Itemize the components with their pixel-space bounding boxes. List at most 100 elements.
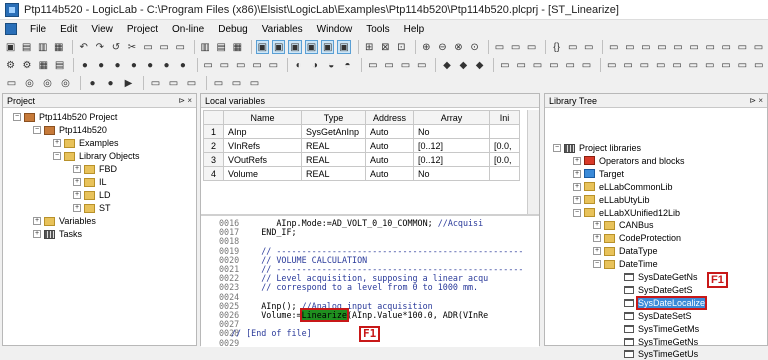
cell-init[interactable] bbox=[489, 166, 520, 181]
library-tree-item[interactable]: + CANBus bbox=[593, 219, 654, 231]
toolbar-button-icon[interactable]: ▣ bbox=[4, 40, 17, 54]
toolbar-button-icon[interactable]: ▭ bbox=[719, 58, 732, 72]
expand-icon[interactable]: + bbox=[573, 182, 581, 191]
expand-icon[interactable]: + bbox=[73, 178, 81, 186]
library-tree-item[interactable]: SysDateGetNs bbox=[613, 271, 698, 283]
tree-item-tasks[interactable]: + Tasks bbox=[33, 228, 82, 240]
toolbar-button-icon[interactable]: ▭ bbox=[184, 76, 199, 90]
toolbar-button-icon[interactable]: ⊙ bbox=[468, 40, 481, 54]
expand-icon[interactable]: + bbox=[573, 156, 581, 165]
cell-name[interactable]: Volume bbox=[223, 166, 302, 181]
library-tree-item[interactable]: + DataType bbox=[593, 245, 658, 257]
collapse-icon[interactable]: − bbox=[33, 126, 41, 134]
toolbar-button-icon[interactable]: ▭ bbox=[234, 58, 247, 72]
cell-address[interactable]: Auto bbox=[365, 152, 414, 167]
toolbar-button-icon[interactable]: ▭ bbox=[639, 40, 652, 54]
toolbar-button-icon[interactable]: ● bbox=[111, 58, 124, 72]
toolbar-button-icon[interactable]: ▤ bbox=[53, 58, 66, 72]
toolbar-button-icon[interactable]: ▭ bbox=[704, 40, 717, 54]
library-tree-item[interactable]: + CodeProtection bbox=[593, 232, 681, 244]
cell-init[interactable] bbox=[489, 124, 520, 139]
collapse-icon[interactable]: − bbox=[573, 208, 581, 217]
toolbar-button-icon[interactable]: ▦ bbox=[37, 58, 50, 72]
code-line[interactable]: 0026 Volume:=Linearize(AInp.Value*100.0,… bbox=[201, 308, 488, 322]
cell-array[interactable]: No bbox=[413, 166, 490, 181]
toolbar-button-icon[interactable]: ▣ bbox=[321, 40, 335, 54]
toolbar-button-icon[interactable]: ▭ bbox=[148, 76, 163, 90]
toolbar-button-icon[interactable]: ◒ bbox=[325, 58, 338, 72]
toolbar-button-icon[interactable]: ● bbox=[176, 58, 189, 72]
toolbar-button-icon[interactable]: ▭ bbox=[736, 40, 749, 54]
expand-icon[interactable]: + bbox=[73, 165, 81, 173]
toolbar-button-icon[interactable]: ● bbox=[160, 58, 173, 72]
expand-icon[interactable]: + bbox=[593, 221, 601, 230]
toolbar-button-icon[interactable]: ⊖ bbox=[436, 40, 449, 54]
library-tree-item[interactable]: SysTimeGetUs bbox=[613, 348, 698, 360]
toolbar-button-icon[interactable]: ▭ bbox=[736, 58, 749, 72]
toolbar-button-icon[interactable]: ⊡ bbox=[395, 40, 408, 54]
toolbar-button-icon[interactable]: ▭ bbox=[267, 58, 280, 72]
cell-init[interactable]: [0.0, bbox=[489, 152, 520, 167]
toolbar-button-icon[interactable]: ▭ bbox=[382, 58, 395, 72]
toolbar-button-icon[interactable]: ◓ bbox=[341, 58, 354, 72]
toolbar-button-icon[interactable]: ▭ bbox=[564, 58, 577, 72]
toolbar-button-icon[interactable]: ◆ bbox=[440, 58, 453, 72]
toolbar-button-icon[interactable]: ▭ bbox=[158, 40, 171, 54]
collapse-icon[interactable]: − bbox=[553, 144, 561, 152]
toolbar-button-icon[interactable]: ▭ bbox=[515, 58, 528, 72]
cell-type[interactable]: SysGetAnInp bbox=[301, 124, 366, 139]
cell-array[interactable]: [0..12] bbox=[413, 138, 490, 153]
menu-debug[interactable]: Debug bbox=[211, 24, 254, 35]
toolbar-button-icon[interactable]: ▭ bbox=[201, 58, 214, 72]
toolbar-button-icon[interactable]: ▭ bbox=[211, 76, 226, 90]
toolbar-button-icon[interactable]: ▭ bbox=[566, 40, 579, 54]
tree-item-project-root[interactable]: − Ptp114b520 Project bbox=[13, 111, 117, 123]
collapse-icon[interactable]: − bbox=[593, 260, 601, 269]
tree-item-ld[interactable]: + LD bbox=[73, 189, 111, 201]
cell-name[interactable]: AInp bbox=[223, 124, 302, 139]
toolbar-button-icon[interactable]: ◎ bbox=[22, 76, 37, 90]
toolbar-button-icon[interactable]: ⚙ bbox=[4, 58, 17, 72]
tree-item-st[interactable]: + ST bbox=[73, 202, 111, 214]
toolbar-button-icon[interactable]: ↷ bbox=[93, 40, 106, 54]
table-row[interactable]: 4 Volume REAL Auto No bbox=[203, 166, 520, 181]
toolbar-button-icon[interactable]: ▥ bbox=[199, 40, 212, 54]
code-editor[interactable]: 0016 AInp.Mode:=AD_VOLT_0_10_COMMON; //A… bbox=[201, 216, 539, 347]
toolbar-button-icon[interactable]: ▥ bbox=[36, 40, 49, 54]
toolbar-button-icon[interactable]: ▭ bbox=[531, 58, 544, 72]
tree-item-il[interactable]: + IL bbox=[73, 176, 107, 188]
tree-item-library-objects[interactable]: − Library Objects bbox=[53, 150, 140, 162]
toolbar-button-icon[interactable]: ▦ bbox=[231, 40, 244, 54]
toolbar-button-icon[interactable]: ▭ bbox=[218, 58, 231, 72]
toolbar-button-icon[interactable]: ▶ bbox=[121, 76, 136, 90]
toolbar-button-icon[interactable]: ▭ bbox=[688, 40, 701, 54]
library-tree-item[interactable]: SysDateLocalize bbox=[613, 295, 708, 310]
code-line[interactable]: 0023 // correspond to a level from 0 to … bbox=[201, 282, 478, 292]
library-tree-item[interactable]: + eLLabUtyLib bbox=[573, 194, 650, 206]
grid-scrollbar[interactable] bbox=[527, 110, 539, 214]
toolbar-button-icon[interactable]: ◑ bbox=[308, 58, 321, 72]
cell-type[interactable]: REAL bbox=[301, 138, 366, 153]
cell-address[interactable]: Auto bbox=[365, 124, 414, 139]
toolbar-button-icon[interactable]: ● bbox=[78, 58, 91, 72]
menu-view[interactable]: View bbox=[84, 24, 120, 35]
menu-project[interactable]: Project bbox=[120, 24, 165, 35]
toolbar-button-icon[interactable]: ▭ bbox=[250, 58, 263, 72]
toolbar-button-icon[interactable]: ▭ bbox=[142, 40, 155, 54]
tree-item-examples[interactable]: + Examples bbox=[53, 137, 119, 149]
expand-icon[interactable]: + bbox=[573, 195, 581, 204]
column-header-array[interactable]: Array bbox=[413, 110, 490, 125]
menu-window[interactable]: Window bbox=[310, 24, 360, 35]
toolbar-button-icon[interactable]: ▣ bbox=[272, 40, 286, 54]
column-header-name[interactable]: Name bbox=[223, 110, 302, 125]
toolbar-button-icon[interactable]: ⊕ bbox=[420, 40, 433, 54]
cell-array[interactable]: [0..12] bbox=[413, 152, 490, 167]
expand-icon[interactable]: + bbox=[33, 230, 41, 238]
collapse-icon[interactable]: − bbox=[53, 152, 61, 160]
tree-item-variables[interactable]: + Variables bbox=[33, 215, 96, 227]
expand-icon[interactable]: + bbox=[593, 247, 601, 256]
toolbar-button-icon[interactable]: ▭ bbox=[415, 58, 428, 72]
library-tree-item[interactable]: − DateTime bbox=[593, 258, 658, 270]
toolbar-button-icon[interactable]: ▭ bbox=[229, 76, 244, 90]
toolbar-button-icon[interactable]: ▭ bbox=[547, 58, 560, 72]
